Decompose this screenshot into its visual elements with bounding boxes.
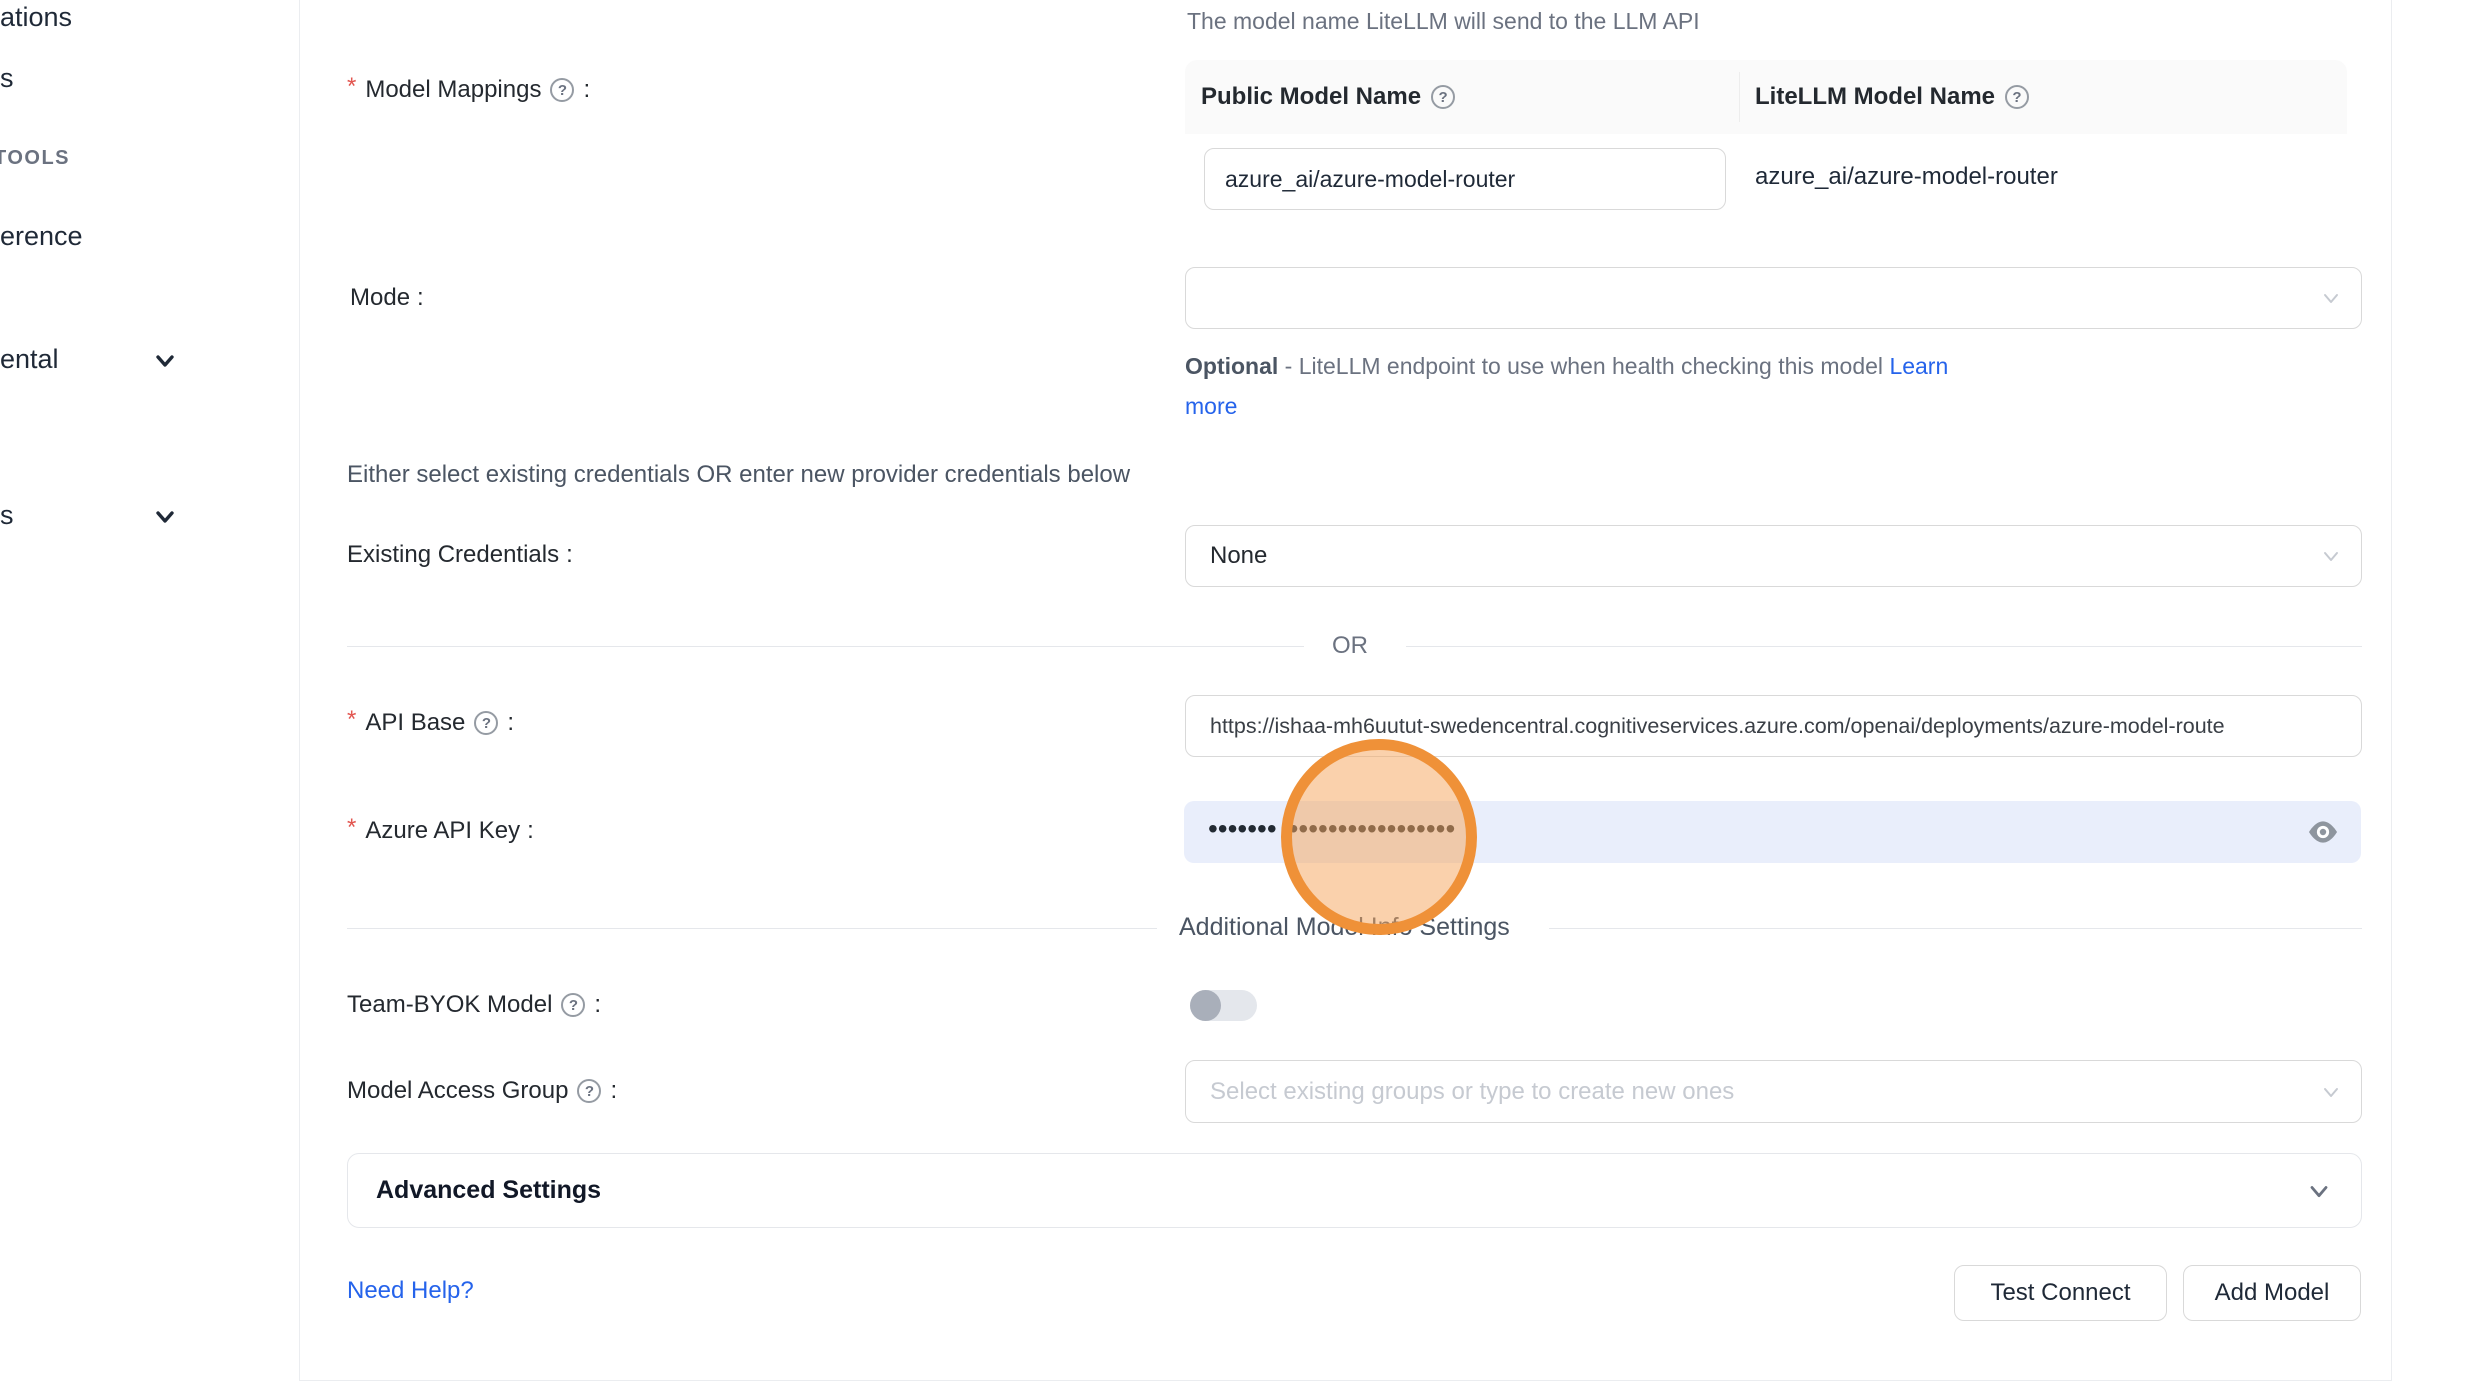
model-mappings-label: * Model Mappings ? :	[347, 76, 590, 104]
password-mask: •••••••	[1208, 815, 1277, 843]
help-icon[interactable]: ?	[2005, 85, 2029, 109]
credentials-note: Either select existing credentials OR en…	[347, 461, 1130, 489]
column-header-public-model-name: Public Model Name ?	[1201, 60, 1457, 134]
learn-more-link[interactable]: more	[1185, 393, 1237, 419]
chevron-down-icon	[2305, 1177, 2333, 1205]
team-byok-toggle[interactable]	[1190, 990, 1257, 1021]
toggle-knob	[1190, 990, 1221, 1021]
help-icon[interactable]: ?	[577, 1079, 601, 1103]
sidebar-item-organizations[interactable]: ations	[0, 2, 72, 33]
existing-credentials-select[interactable]: None	[1185, 525, 2362, 587]
litellm-model-name-value: azure_ai/azure-model-router	[1755, 163, 2058, 191]
table-header: Public Model Name ? LiteLLM Model Name ?	[1185, 60, 2347, 134]
help-icon[interactable]: ?	[1431, 85, 1455, 109]
required-asterisk: *	[347, 73, 356, 101]
required-asterisk: *	[347, 814, 356, 842]
public-model-name-input[interactable]	[1204, 148, 1726, 210]
mode-label: Mode :	[350, 284, 424, 312]
mode-select[interactable]	[1185, 267, 2362, 329]
divider	[1549, 928, 2362, 929]
team-byok-label: Team-BYOK Model ? :	[347, 991, 601, 1019]
existing-credentials-label: Existing Credentials :	[347, 541, 573, 569]
sidebar-item-inference[interactable]: erence	[0, 221, 83, 252]
model-access-group-label: Model Access Group ? :	[347, 1077, 617, 1105]
sidebar-section-tools: TOOLS	[0, 147, 70, 170]
column-divider	[1739, 72, 1740, 122]
model-mappings-table: Public Model Name ? LiteLLM Model Name ?…	[1185, 60, 2347, 215]
or-divider-text: OR	[1332, 632, 1368, 660]
divider	[347, 928, 1157, 929]
sidebar: ations s TOOLS erence ental s	[0, 0, 299, 1385]
model-name-hint: The model name LiteLLM will send to the …	[1187, 8, 1700, 35]
sidebar-item-settings[interactable]: s	[0, 500, 14, 531]
need-help-link[interactable]: Need Help?	[347, 1277, 474, 1305]
sidebar-item-1[interactable]: s	[0, 63, 14, 94]
chevron-down-icon	[2319, 544, 2343, 568]
chevron-down-icon[interactable]	[152, 504, 178, 530]
eye-icon[interactable]	[2307, 820, 2339, 844]
required-asterisk: *	[347, 706, 356, 734]
test-connect-button[interactable]: Test Connect	[1954, 1265, 2167, 1321]
divider	[1406, 646, 2362, 647]
api-base-label: * API Base ? :	[347, 709, 514, 737]
chevron-down-icon	[2319, 1080, 2343, 1104]
chevron-down-icon	[2319, 286, 2343, 310]
add-model-button[interactable]: Add Model	[2183, 1265, 2361, 1321]
add-model-page: ations s TOOLS erence ental s The model …	[0, 0, 2477, 1385]
chevron-down-icon[interactable]	[152, 348, 178, 374]
divider	[347, 646, 1304, 647]
azure-api-key-label: * Azure API Key :	[347, 817, 534, 845]
cursor-highlight-circle	[1281, 739, 1477, 935]
column-header-litellm-model-name: LiteLLM Model Name ?	[1755, 60, 2031, 134]
mode-help-text: Optional - LiteLLM endpoint to use when …	[1185, 346, 2015, 426]
model-access-group-select[interactable]: Select existing groups or type to create…	[1185, 1060, 2362, 1123]
help-icon[interactable]: ?	[550, 78, 574, 102]
learn-more-link[interactable]: Learn	[1889, 353, 1948, 379]
advanced-settings-toggle[interactable]: Advanced Settings	[347, 1153, 2362, 1228]
help-icon[interactable]: ?	[474, 711, 498, 735]
sidebar-item-experimental[interactable]: ental	[0, 344, 59, 375]
help-icon[interactable]: ?	[561, 993, 585, 1017]
